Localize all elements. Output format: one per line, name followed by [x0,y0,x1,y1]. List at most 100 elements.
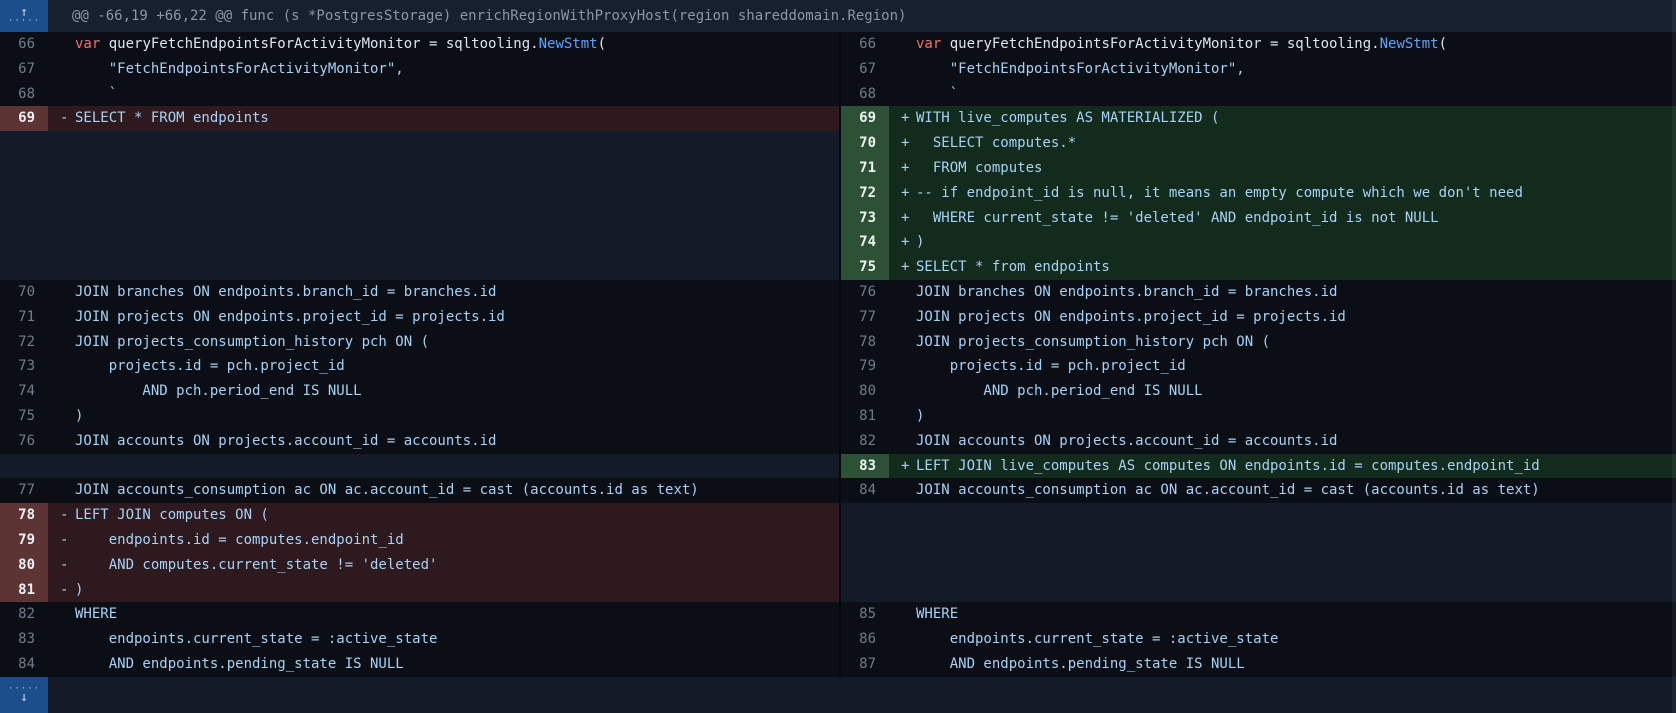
code-line [916,528,1676,553]
diff-cell-right: 83+LEFT JOIN live_computes AS computes O… [839,454,1676,479]
diff-marker: + [889,106,916,131]
line-number[interactable]: 87 [841,652,889,677]
line-number[interactable]: 79 [0,528,48,553]
scrollbar[interactable] [1672,0,1676,713]
line-number[interactable]: 78 [0,503,48,528]
line-number[interactable]: 81 [841,404,889,429]
code-line: JOIN branches ON endpoints.branch_id = b… [75,280,839,305]
diff-marker [48,156,75,181]
line-number[interactable]: 73 [0,354,48,379]
diff-cell-right: 86 endpoints.current_state = :active_sta… [839,627,1676,652]
hunk-header-text: @@ -66,19 +66,22 @@ func (s *PostgresSto… [48,0,906,32]
diff-marker [889,404,916,429]
diff-row: 68 `68 ` [0,82,1676,107]
line-number[interactable]: 80 [841,379,889,404]
diff-row: 75+SELECT * from endpoints [0,255,1676,280]
line-number[interactable]: 67 [841,57,889,82]
diff-cell-left: 76 JOIN accounts ON projects.account_id =… [0,429,839,454]
diff-row: 74+) [0,230,1676,255]
diff-cell-left: 81-) [0,578,839,603]
diff-marker [889,82,916,107]
diff-cell-right: 66 var queryFetchEndpointsForActivityMoni… [839,32,1676,57]
line-number[interactable]: 77 [0,478,48,503]
diff-cell-left: 74 AND pch.period_end IS NULL [0,379,839,404]
diff-cell-right [839,503,1676,528]
line-number[interactable]: 77 [841,305,889,330]
line-number[interactable]: 68 [841,82,889,107]
line-number[interactable]: 71 [841,156,889,181]
diff-cell-right: 77JOIN projects ON endpoints.project_id … [839,305,1676,330]
diff-marker [889,528,916,553]
line-number[interactable]: 83 [841,454,889,479]
line-number[interactable]: 86 [841,627,889,652]
diff-row: 72+-- if endpoint_id is null, it means a… [0,181,1676,206]
diff-marker [48,379,75,404]
code-line: AND endpoints.pending_state IS NULL [916,652,1676,677]
line-number[interactable]: 73 [841,206,889,231]
line-number[interactable]: 70 [0,280,48,305]
line-number[interactable]: 84 [841,478,889,503]
line-number[interactable]: 74 [0,379,48,404]
line-number[interactable]: 74 [841,230,889,255]
line-number [0,230,48,255]
diff-marker [48,131,75,156]
diff-cell-left: 73 projects.id = pch.project_id [0,354,839,379]
line-number[interactable]: 78 [841,330,889,355]
diff-marker: + [889,181,916,206]
expand-down-button[interactable]: ····· ↓ [0,677,48,713]
hunk-header: ↑ ····· @@ -66,19 +66,22 @@ func (s *Pos… [0,0,1676,32]
line-number[interactable]: 66 [841,32,889,57]
line-number[interactable]: 76 [841,280,889,305]
diff-row: 70 JOIN branches ON endpoints.branch_id =… [0,280,1676,305]
line-number[interactable]: 76 [0,429,48,454]
line-number[interactable]: 85 [841,602,889,627]
line-number [841,578,889,603]
line-number[interactable]: 81 [0,578,48,603]
code-line: projects.id = pch.project_id [75,354,839,379]
code-line: LEFT JOIN live_computes AS computes ON e… [916,454,1676,479]
diff-marker: + [889,255,916,280]
code-line: ) [916,404,1676,429]
diff-row: 84 AND endpoints.pending_state IS NULL 87… [0,652,1676,677]
expand-up-button[interactable]: ↑ ····· [0,0,48,32]
line-number[interactable]: 67 [0,57,48,82]
line-number[interactable]: 68 [0,82,48,107]
line-number[interactable]: 79 [841,354,889,379]
line-number[interactable]: 75 [0,404,48,429]
line-number[interactable]: 84 [0,652,48,677]
diff-cell-left: 68 ` [0,82,839,107]
diff-marker: - [48,106,75,131]
line-number [0,181,48,206]
diff-cell-right: 70+ SELECT computes.* [839,131,1676,156]
code-line: JOIN accounts ON projects.account_id = a… [75,429,839,454]
diff-marker: + [889,131,916,156]
diff-cell-right: 69+WITH live_computes AS MATERIALIZED ( [839,106,1676,131]
code-line [75,131,839,156]
diff-marker [889,330,916,355]
line-number[interactable]: 69 [841,106,889,131]
line-number[interactable]: 72 [841,181,889,206]
diff-marker [48,206,75,231]
line-number[interactable]: 75 [841,255,889,280]
expand-dots: ····· [8,18,40,25]
diff-cell-right: 80 AND pch.period_end IS NULL [839,379,1676,404]
diff-row: 72 JOIN projects_consumption_history pch … [0,330,1676,355]
line-number[interactable]: 72 [0,330,48,355]
code-line: JOIN projects_consumption_history pch ON… [75,330,839,355]
line-number[interactable]: 70 [841,131,889,156]
code-line: WITH live_computes AS MATERIALIZED ( [916,106,1676,131]
diff-cell-right: 67 "FetchEndpointsForActivityMonitor", [839,57,1676,82]
line-number [0,454,48,479]
line-number[interactable]: 82 [841,429,889,454]
code-line: var queryFetchEndpointsForActivityMonito… [916,32,1676,57]
line-number[interactable]: 83 [0,627,48,652]
diff-cell-right: 74+) [839,230,1676,255]
line-number[interactable]: 66 [0,32,48,57]
line-number[interactable]: 71 [0,305,48,330]
line-number[interactable]: 69 [0,106,48,131]
line-number[interactable]: 82 [0,602,48,627]
diff-marker [48,280,75,305]
diff-marker [48,602,75,627]
line-number[interactable]: 80 [0,553,48,578]
code-line: -- if endpoint_id is null, it means an e… [916,181,1676,206]
